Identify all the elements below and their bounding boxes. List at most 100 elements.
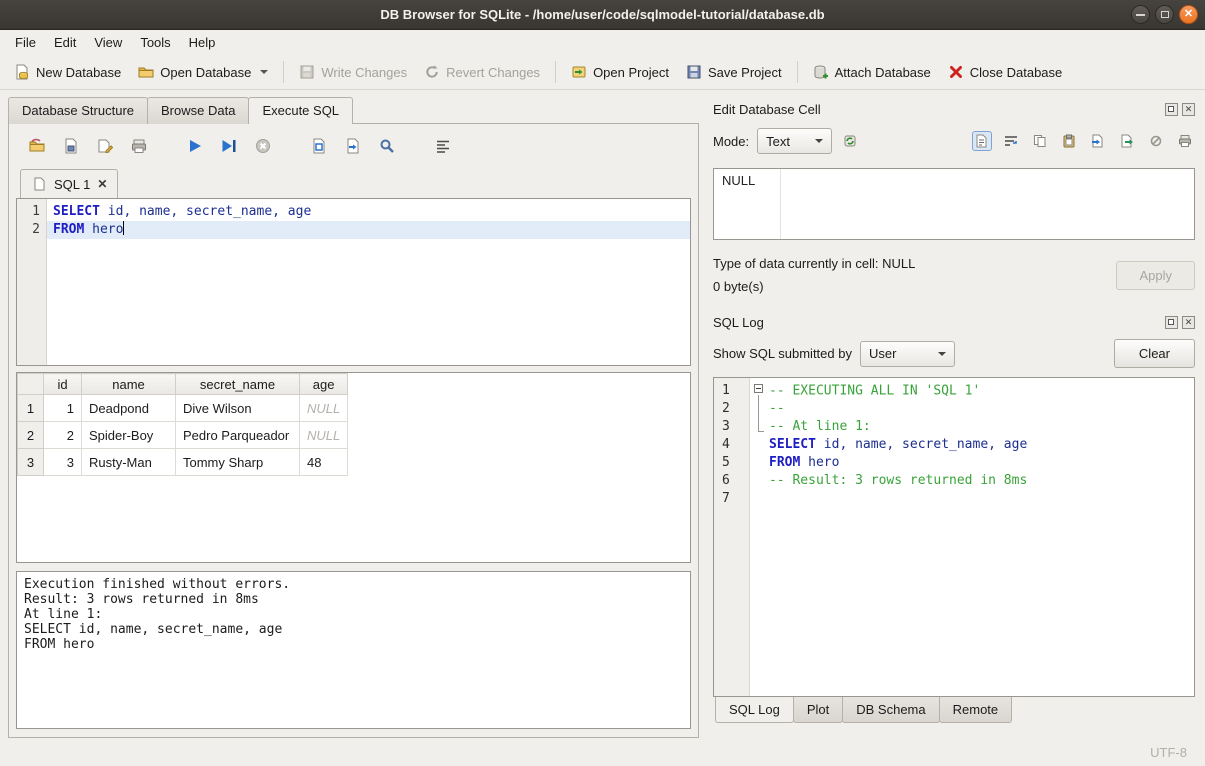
close-database-button[interactable]: Close Database bbox=[940, 59, 1071, 85]
cell-name[interactable]: Rusty-Man bbox=[82, 449, 176, 476]
sql-editor-line-1[interactable]: SELECT id, name, secret_name, age bbox=[47, 203, 690, 221]
window-controls: ✕ bbox=[1131, 5, 1198, 24]
mode-select[interactable]: Text bbox=[757, 128, 832, 154]
menu-help[interactable]: Help bbox=[180, 31, 225, 54]
menu-view[interactable]: View bbox=[85, 31, 131, 54]
titlebar[interactable]: DB Browser for SQLite - /home/user/code/… bbox=[0, 0, 1205, 30]
sql-editor-line-2[interactable]: FROM hero bbox=[47, 221, 690, 239]
sql-editor-text[interactable]: SELECT id, name, secret_name, age FROM h… bbox=[47, 199, 690, 365]
sql-editor-line-numbers: 1 2 bbox=[17, 199, 47, 365]
dock-tab-plot[interactable]: Plot bbox=[793, 697, 843, 723]
cell-id[interactable]: 3 bbox=[44, 449, 82, 476]
word-wrap-icon[interactable] bbox=[1001, 131, 1021, 151]
revert-changes-label: Revert Changes bbox=[446, 65, 540, 80]
write-changes-button: Write Changes bbox=[291, 59, 415, 85]
sql-tab-1[interactable]: SQL 1 ✕ bbox=[20, 169, 118, 198]
cell-secret-name[interactable]: Tommy Sharp bbox=[176, 449, 300, 476]
sql-editor[interactable]: 1 2 SELECT id, name, secret_name, age FR… bbox=[16, 198, 691, 366]
print-cell-icon[interactable] bbox=[1175, 131, 1195, 151]
new-database-button[interactable]: New Database bbox=[6, 59, 129, 85]
clear-log-button[interactable]: Clear bbox=[1114, 339, 1195, 368]
log-comment: -- Result: 3 rows returned in 8ms bbox=[769, 473, 1027, 488]
cell-value: NULL bbox=[722, 173, 755, 188]
encoding-indicator[interactable]: UTF-8 bbox=[1150, 745, 1187, 760]
menu-tools[interactable]: Tools bbox=[131, 31, 179, 54]
cell-id[interactable]: 1 bbox=[44, 395, 82, 422]
tab-browse-data[interactable]: Browse Data bbox=[147, 97, 249, 124]
fold-toggle-icon[interactable] bbox=[754, 382, 769, 400]
save-project-label: Save Project bbox=[708, 65, 782, 80]
submitter-select[interactable]: User bbox=[860, 341, 955, 367]
maximize-button[interactable] bbox=[1155, 5, 1174, 24]
open-sql-file-button[interactable] bbox=[26, 135, 48, 157]
column-header-name[interactable]: name bbox=[82, 374, 176, 395]
copy-cell-icon[interactable] bbox=[1030, 131, 1050, 151]
cell-name[interactable]: Spider-Boy bbox=[82, 422, 176, 449]
cell-value-editor[interactable]: NULL bbox=[713, 168, 1195, 240]
save-sql-file-as-button[interactable] bbox=[94, 135, 116, 157]
save-sql-file-button[interactable] bbox=[60, 135, 82, 157]
set-null-icon[interactable] bbox=[1146, 131, 1166, 151]
column-header-secret-name[interactable]: secret_name bbox=[176, 374, 300, 395]
log-sql-keyword: FROM bbox=[769, 455, 800, 470]
log-line-2: -- bbox=[750, 400, 1194, 418]
cell-secret-name[interactable]: Dive Wilson bbox=[176, 395, 300, 422]
chevron-down-icon bbox=[938, 352, 946, 356]
new-sql-tab-button[interactable] bbox=[308, 135, 330, 157]
log-comment: -- bbox=[769, 401, 785, 416]
log-line-6: -- Result: 3 rows returned in 8ms bbox=[750, 472, 1194, 490]
cell-age[interactable]: NULL bbox=[300, 422, 348, 449]
column-header-id[interactable]: id bbox=[44, 374, 82, 395]
sql-log-view[interactable]: 1 2 3 4 5 6 7 -- EXECUTING ALL IN 'SQL 1… bbox=[713, 377, 1195, 697]
sql-keyword: SELECT bbox=[53, 204, 100, 219]
column-header-age[interactable]: age bbox=[300, 374, 348, 395]
minimize-button[interactable] bbox=[1131, 5, 1150, 24]
dock-tab-sql-log[interactable]: SQL Log bbox=[715, 697, 794, 723]
execute-all-button[interactable] bbox=[184, 135, 206, 157]
tab-execute-sql[interactable]: Execute SQL bbox=[248, 97, 353, 124]
mode-label: Mode: bbox=[713, 134, 749, 149]
execute-current-line-button[interactable] bbox=[218, 135, 240, 157]
cell-size-info: 0 byte(s) bbox=[713, 275, 1116, 298]
tab-database-structure[interactable]: Database Structure bbox=[8, 97, 148, 124]
menu-file[interactable]: File bbox=[6, 31, 45, 54]
menu-edit[interactable]: Edit bbox=[45, 31, 85, 54]
right-dock-panel: Edit Database Cell ✕ Mode: Text bbox=[705, 90, 1205, 738]
fold-guide-line bbox=[758, 395, 759, 431]
sql-tab-label: SQL 1 bbox=[54, 177, 90, 192]
attach-database-button[interactable]: Attach Database bbox=[805, 59, 939, 85]
row-number[interactable]: 1 bbox=[18, 395, 44, 422]
close-dock-icon[interactable]: ✕ bbox=[1182, 316, 1195, 329]
main-toolbar: New Database Open Database Write Changes… bbox=[0, 55, 1205, 90]
cell-name[interactable]: Deadpond bbox=[82, 395, 176, 422]
dock-tab-db-schema[interactable]: DB Schema bbox=[842, 697, 939, 723]
print-sql-button[interactable] bbox=[128, 135, 150, 157]
cell-secret-name[interactable]: Pedro Parqueador bbox=[176, 422, 300, 449]
find-replace-button[interactable] bbox=[376, 135, 398, 157]
row-number[interactable]: 2 bbox=[18, 422, 44, 449]
format-sql-button[interactable] bbox=[432, 135, 454, 157]
cell-age[interactable]: 48 bbox=[300, 449, 348, 476]
float-dock-icon[interactable] bbox=[1165, 103, 1178, 116]
float-dock-icon[interactable] bbox=[1165, 316, 1178, 329]
open-sql-tab-button[interactable] bbox=[342, 135, 364, 157]
execution-message-panel[interactable]: Execution finished without errors. Resul… bbox=[16, 571, 691, 729]
open-database-button[interactable]: Open Database bbox=[130, 59, 276, 85]
sql-log-text: -- EXECUTING ALL IN 'SQL 1' -- -- At lin… bbox=[750, 378, 1194, 696]
text-mode-icon[interactable] bbox=[972, 131, 992, 151]
paste-cell-icon[interactable] bbox=[1059, 131, 1079, 151]
save-project-button[interactable]: Save Project bbox=[678, 59, 790, 85]
import-cell-data-icon[interactable] bbox=[1088, 131, 1108, 151]
close-dock-icon[interactable]: ✕ bbox=[1182, 103, 1195, 116]
close-window-button[interactable]: ✕ bbox=[1179, 5, 1198, 24]
auto-switch-mode-button[interactable] bbox=[840, 131, 860, 151]
sql-tab-close-icon[interactable]: ✕ bbox=[97, 177, 107, 191]
dock-tab-remote[interactable]: Remote bbox=[939, 697, 1013, 723]
log-line-1: -- EXECUTING ALL IN 'SQL 1' bbox=[750, 382, 1194, 400]
cell-age[interactable]: NULL bbox=[300, 395, 348, 422]
row-number[interactable]: 3 bbox=[18, 449, 44, 476]
open-database-dropdown-icon[interactable] bbox=[260, 70, 268, 74]
open-project-button[interactable]: Open Project bbox=[563, 59, 677, 85]
export-cell-data-icon[interactable] bbox=[1117, 131, 1137, 151]
cell-id[interactable]: 2 bbox=[44, 422, 82, 449]
